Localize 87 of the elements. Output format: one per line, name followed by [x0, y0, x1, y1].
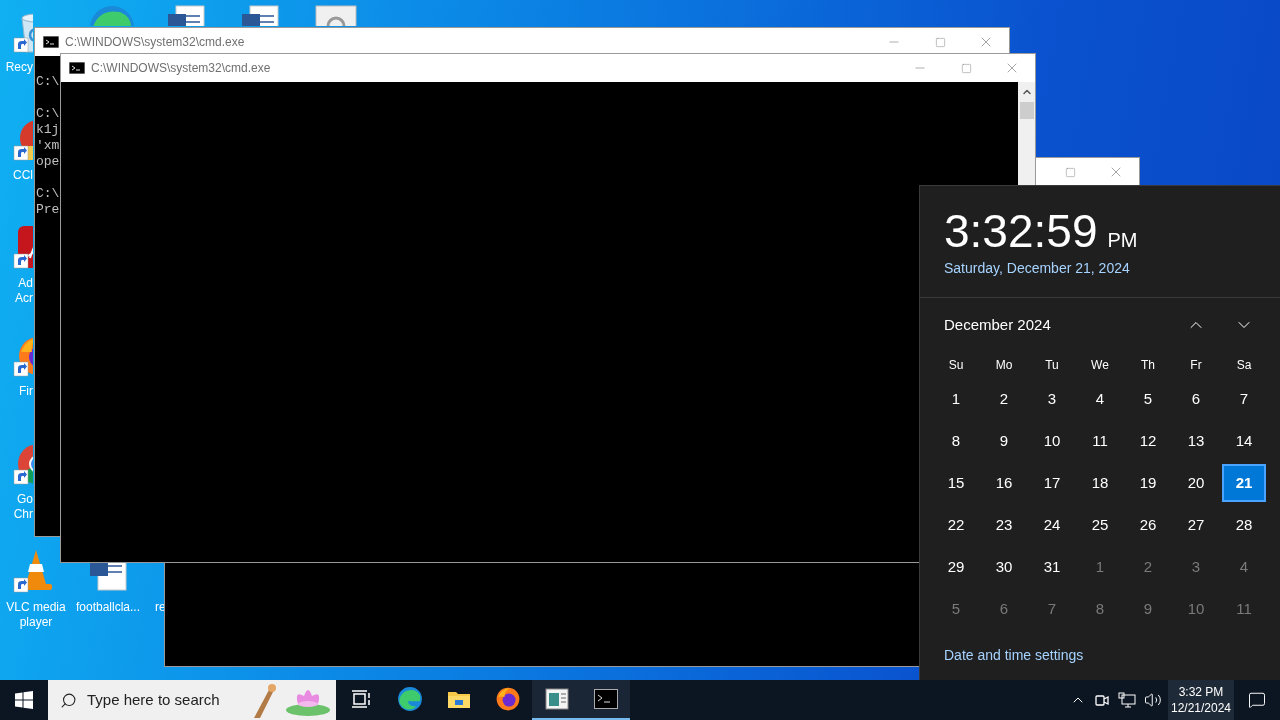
console-line: C:\ [36, 106, 60, 122]
calendar-day[interactable]: 31 [1030, 548, 1074, 586]
calendar-day[interactable]: 10 [1030, 422, 1074, 460]
calendar-day[interactable]: 6 [982, 590, 1026, 628]
task-view-icon [350, 690, 371, 708]
edge-icon [396, 686, 423, 712]
console-icon [593, 689, 618, 709]
calendar-day[interactable]: 21 [1222, 464, 1266, 502]
scrollbar[interactable] [1018, 82, 1035, 185]
console-icon [43, 36, 59, 48]
maximize-icon [960, 62, 972, 74]
console-line: Pre [36, 202, 60, 218]
calendar-day[interactable]: 25 [1078, 506, 1122, 544]
calendar-day[interactable]: 4 [1078, 380, 1122, 418]
weekday-label: Sa [1236, 357, 1252, 374]
clock-time: 3:32:59 [944, 204, 1098, 258]
calendar-day[interactable]: 23 [982, 506, 1026, 544]
console-line: C:\ [36, 74, 60, 90]
date-time-settings-link[interactable]: Date and time settings [944, 645, 1084, 666]
calendar-day[interactable]: 15 [934, 464, 978, 502]
weekday-label: Th [1141, 357, 1155, 374]
calendar-day[interactable]: 29 [934, 548, 978, 586]
calendar-day[interactable]: 19 [1126, 464, 1170, 502]
console-line: k1j [36, 122, 60, 138]
weekday-label: We [1091, 357, 1109, 374]
calendar-day[interactable]: 24 [1030, 506, 1074, 544]
month-title[interactable]: December 2024 [944, 313, 1051, 337]
calendar-day[interactable]: 11 [1222, 590, 1266, 628]
calendar-day[interactable]: 30 [982, 548, 1026, 586]
search-box[interactable]: Type here to search [48, 680, 336, 720]
calendar-day[interactable]: 22 [934, 506, 978, 544]
calendar-day[interactable]: 5 [1126, 380, 1170, 418]
notification-icon [1248, 691, 1266, 709]
search-icon [60, 691, 77, 709]
calendar-day[interactable]: 2 [982, 380, 1026, 418]
calendar-day[interactable]: 20 [1174, 464, 1218, 502]
calendar-day[interactable]: 3 [1030, 380, 1074, 418]
document-window-icon [544, 688, 569, 710]
calendar-day[interactable]: 3 [1174, 548, 1218, 586]
weekday-label: Mo [995, 357, 1013, 374]
calendar-day[interactable]: 26 [1126, 506, 1170, 544]
windows-logo-icon [15, 691, 33, 709]
clock-ampm: PM [1107, 228, 1138, 252]
volume-icon[interactable] [1144, 691, 1162, 709]
window-title: C:\WINDOWS\system32\cmd.exe [91, 60, 271, 77]
console-icon [69, 62, 85, 74]
calendar-day[interactable]: 1 [1078, 548, 1122, 586]
console-line: C:\ [36, 186, 60, 202]
calendar-day[interactable]: 14 [1222, 422, 1266, 460]
taskbar-clock[interactable]: 3:32 PM 12/21/2024 [1168, 680, 1234, 720]
calendar-day[interactable]: 27 [1174, 506, 1218, 544]
calendar-day[interactable]: 5 [934, 590, 978, 628]
calendar-day[interactable]: 1 [934, 380, 978, 418]
weekday-label: Su [948, 357, 964, 374]
clock-date[interactable]: Saturday, December 21, 2024 [944, 258, 1130, 279]
maximize-icon [934, 36, 946, 48]
taskbar-app-button[interactable] [532, 680, 581, 720]
calendar-day[interactable]: 4 [1222, 548, 1266, 586]
calendar-day[interactable]: 10 [1174, 590, 1218, 628]
search-field[interactable]: Type here to search [87, 688, 257, 712]
network-icon[interactable] [1118, 692, 1136, 708]
calendar-day[interactable]: 13 [1174, 422, 1218, 460]
calendar-day[interactable]: 7 [1030, 590, 1074, 628]
calendar-day[interactable]: 18 [1078, 464, 1122, 502]
calendar-day[interactable]: 17 [1030, 464, 1074, 502]
calendar-day[interactable]: 8 [1078, 590, 1122, 628]
calendar-day[interactable]: 9 [982, 422, 1026, 460]
console-line: ope [36, 154, 60, 170]
folder-icon [446, 689, 471, 709]
taskbar-app-button[interactable] [581, 680, 630, 720]
scroll-thumb[interactable] [1019, 102, 1034, 119]
window-title: C:\WINDOWS\system32\cmd.exe [65, 34, 245, 51]
calendar-day[interactable]: 7 [1222, 380, 1266, 418]
calendar-day[interactable]: 2 [1126, 548, 1170, 586]
camera-icon[interactable] [1094, 692, 1110, 708]
calendar-day[interactable]: 11 [1078, 422, 1122, 460]
calendar-day[interactable]: 6 [1174, 380, 1218, 418]
calendar-day[interactable]: 12 [1126, 422, 1170, 460]
weekday-label: Fr [1190, 357, 1202, 374]
calendar-day[interactable]: 9 [1126, 590, 1170, 628]
calendar-day[interactable]: 28 [1222, 506, 1266, 544]
console-line: 'xm [36, 138, 60, 154]
maximize-icon [1064, 166, 1076, 178]
calendar-day[interactable]: 8 [934, 422, 978, 460]
calendar-day[interactable]: 16 [982, 464, 1026, 502]
weekday-label: Tu [1045, 357, 1059, 374]
firefox-icon [494, 686, 521, 712]
